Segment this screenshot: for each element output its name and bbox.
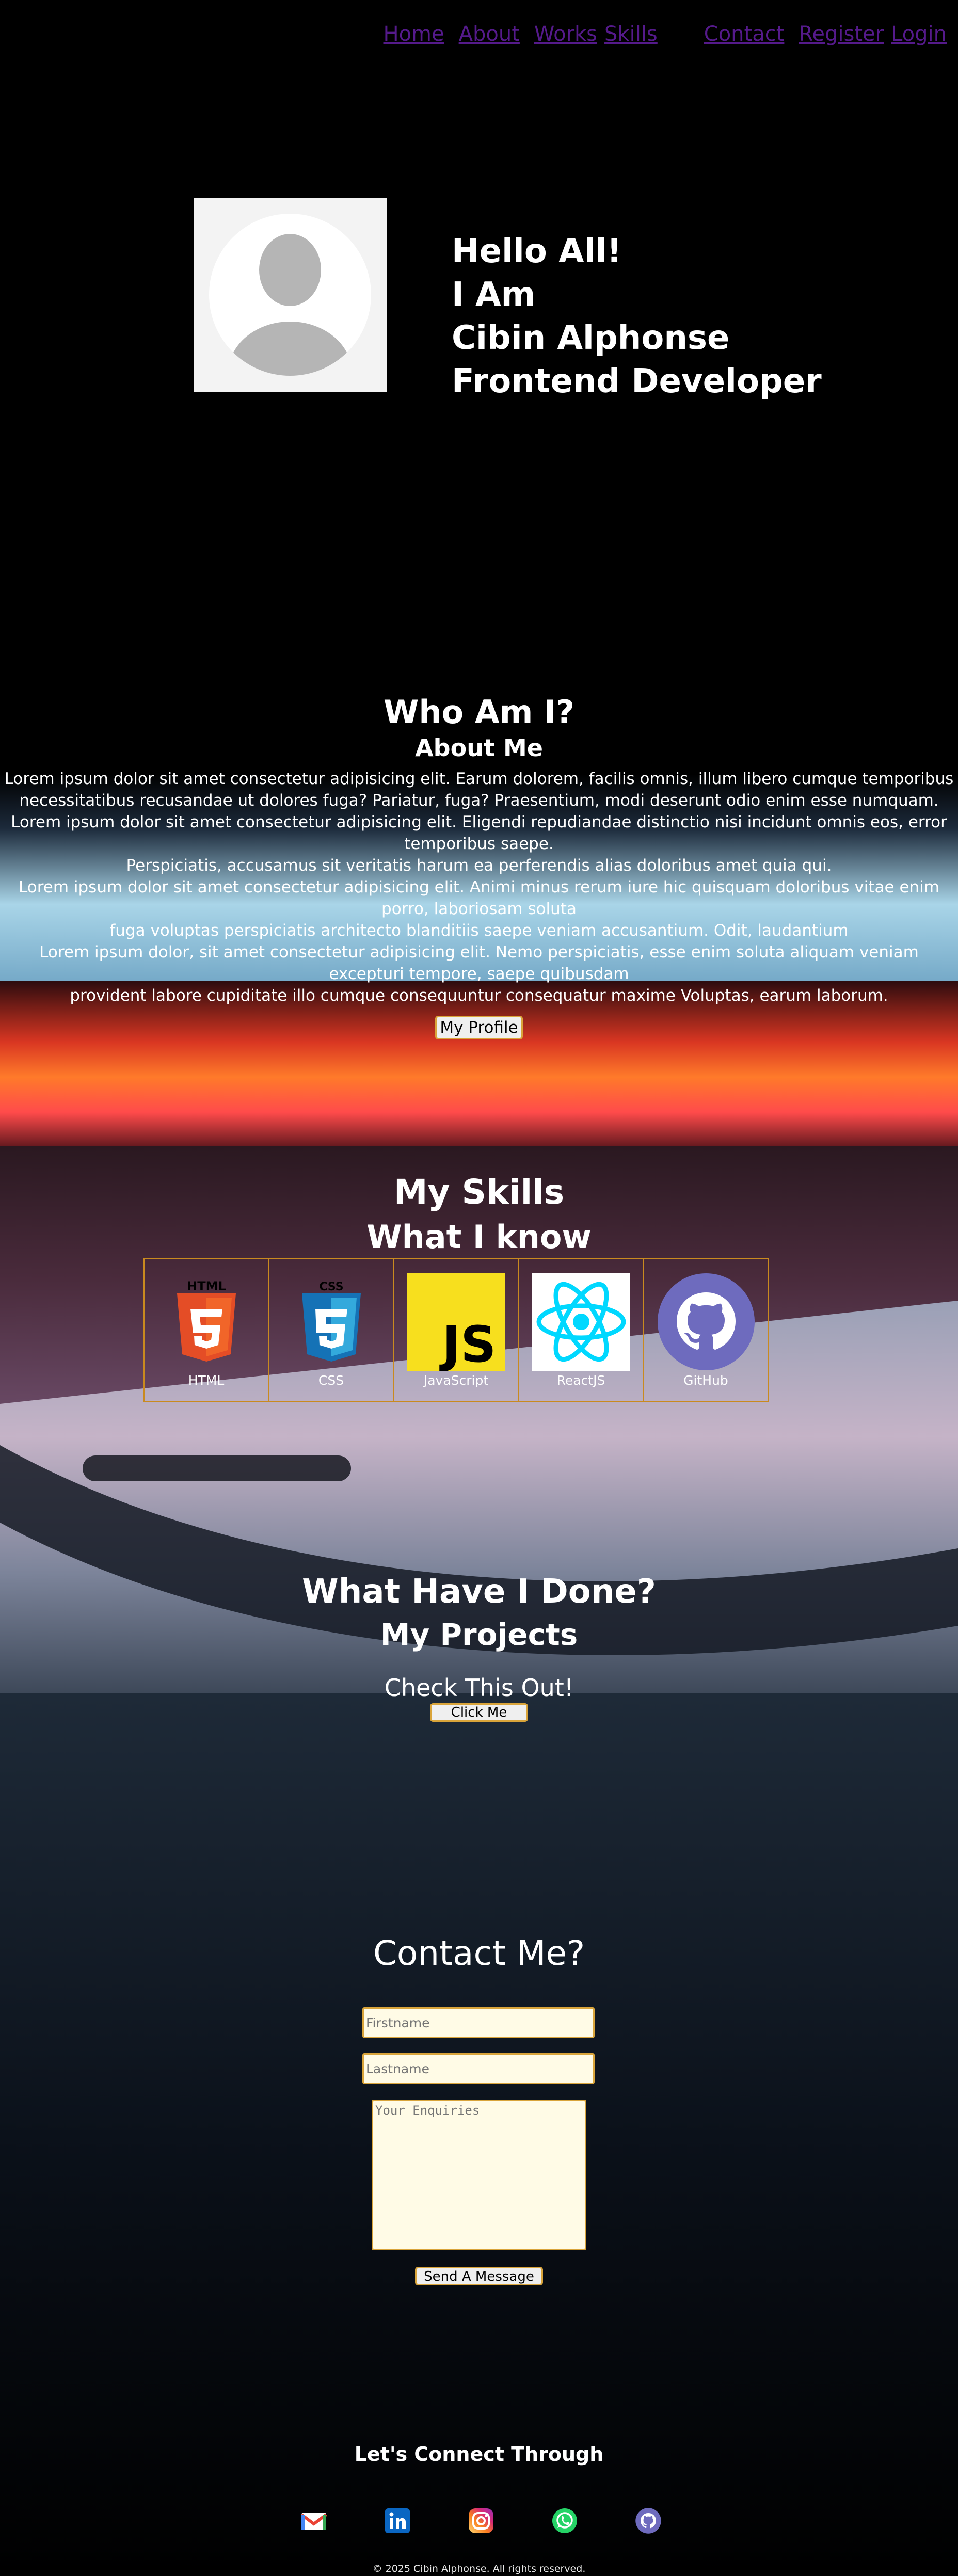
- linkedin-link[interactable]: [384, 2507, 411, 2534]
- click-me-button[interactable]: Click Me: [430, 1703, 528, 1722]
- skill-card-html: HTML 5 HTML: [143, 1258, 269, 1402]
- hero-name: Cibin Alphonse: [452, 319, 730, 357]
- projects-section: What Have I Done? My Projects Check This…: [0, 1569, 958, 1722]
- gmail-icon: [301, 2513, 327, 2530]
- nav-contact-link[interactable]: Contact: [704, 22, 785, 46]
- connect-title: Let's Connect Through: [354, 2443, 604, 2466]
- send-message-button[interactable]: Send A Message: [415, 2267, 543, 2285]
- github-icon: [635, 2508, 661, 2534]
- about-paragraph: Lorem ipsum dolor sit amet consectetur a…: [4, 770, 954, 810]
- html5-icon: HTML 5: [177, 1279, 236, 1362]
- hero-greeting: Hello All!: [452, 232, 622, 270]
- nav-home-link[interactable]: Home: [384, 22, 444, 46]
- enquiry-textarea[interactable]: [372, 2100, 586, 2250]
- whatsapp-icon: [552, 2508, 577, 2533]
- skills-title: My Skills: [393, 1172, 565, 1212]
- skill-label: ReactJS: [556, 1373, 605, 1388]
- contact-section: Contact Me?: [0, 1930, 958, 1977]
- nav-works-link[interactable]: Works: [534, 22, 597, 46]
- nav-register-link[interactable]: Register: [799, 22, 884, 46]
- html5-wordmark: HTML: [187, 1279, 226, 1293]
- nav-login-link[interactable]: Login: [891, 22, 947, 46]
- my-profile-button[interactable]: My Profile: [435, 1016, 523, 1039]
- linkedin-icon: [385, 2508, 410, 2533]
- hero-i-am: I Am: [452, 276, 536, 314]
- about-paragraph: Perspiciatis, accusamus sit veritatis ha…: [126, 856, 832, 875]
- nav-about-link[interactable]: About: [459, 22, 520, 46]
- skills-grid: HTML 5 HTML CSS 3 CSS JS JavaScript: [143, 1258, 769, 1402]
- skill-card-github: GitHub: [643, 1258, 769, 1402]
- about-paragraph: fuga voluptas perspiciatis architecto bl…: [109, 921, 849, 940]
- about-section: Who Am I? About Me Lorem ipsum dolor sit…: [0, 692, 958, 1039]
- nav-skills-link[interactable]: Skills: [604, 22, 658, 46]
- main-nav: Home About Works Skills Contact Register…: [369, 21, 947, 47]
- javascript-badge: JS: [439, 1316, 496, 1371]
- projects-title: What Have I Done?: [302, 1573, 656, 1611]
- skills-section: My Skills What I know: [0, 1169, 958, 1259]
- skill-label: CSS: [318, 1373, 344, 1388]
- page-root: Home About Works Skills Contact Register…: [0, 0, 958, 2576]
- avatar: [194, 198, 387, 392]
- css3-icon: CSS 3: [301, 1281, 361, 1362]
- skills-subtitle: What I know: [366, 1218, 592, 1256]
- skill-label: JavaScript: [423, 1373, 489, 1388]
- gmail-link[interactable]: [300, 2507, 327, 2534]
- github-link[interactable]: [635, 2507, 662, 2534]
- skill-label: GitHub: [683, 1373, 728, 1388]
- projects-subtitle: My Projects: [380, 1617, 578, 1652]
- css3-wordmark: CSS: [319, 1281, 343, 1293]
- about-paragraph: Lorem ipsum dolor sit amet consectetur a…: [11, 813, 947, 853]
- react-icon: [532, 1273, 630, 1371]
- instagram-link[interactable]: [468, 2507, 494, 2534]
- skill-card-css: CSS 3 CSS: [268, 1258, 394, 1402]
- instagram-icon: [469, 2508, 493, 2533]
- firstname-input[interactable]: [362, 2007, 595, 2038]
- skill-card-react: ReactJS: [518, 1258, 644, 1402]
- about-paragraph: Lorem ipsum dolor sit amet consectetur a…: [19, 878, 939, 918]
- user-silhouette-icon: [209, 214, 371, 376]
- social-links: [300, 2507, 718, 2534]
- whatsapp-link[interactable]: [551, 2507, 578, 2534]
- about-title: Who Am I?: [384, 693, 574, 731]
- skill-card-javascript: JS JavaScript: [393, 1258, 519, 1402]
- projects-cta-text: Check This Out!: [384, 1674, 574, 1702]
- hero-role: Frontend Developer: [452, 362, 822, 401]
- javascript-icon: JS: [407, 1273, 505, 1371]
- about-paragraph: Lorem ipsum dolor, sit amet consectetur …: [39, 943, 919, 983]
- contact-title: Contact Me?: [373, 1933, 585, 1973]
- lastname-input[interactable]: [362, 2053, 595, 2084]
- hero-intro: Hello All! I Am Cibin Alphonse Frontend …: [452, 230, 822, 403]
- copyright-text: © 2025 Cibin Alphonse. All rights reserv…: [372, 2563, 586, 2574]
- about-paragraph: provident labore cupiditate illo cumque …: [70, 986, 888, 1005]
- about-subtitle: About Me: [415, 734, 543, 762]
- skill-label: HTML: [188, 1373, 225, 1388]
- github-icon: [657, 1273, 755, 1370]
